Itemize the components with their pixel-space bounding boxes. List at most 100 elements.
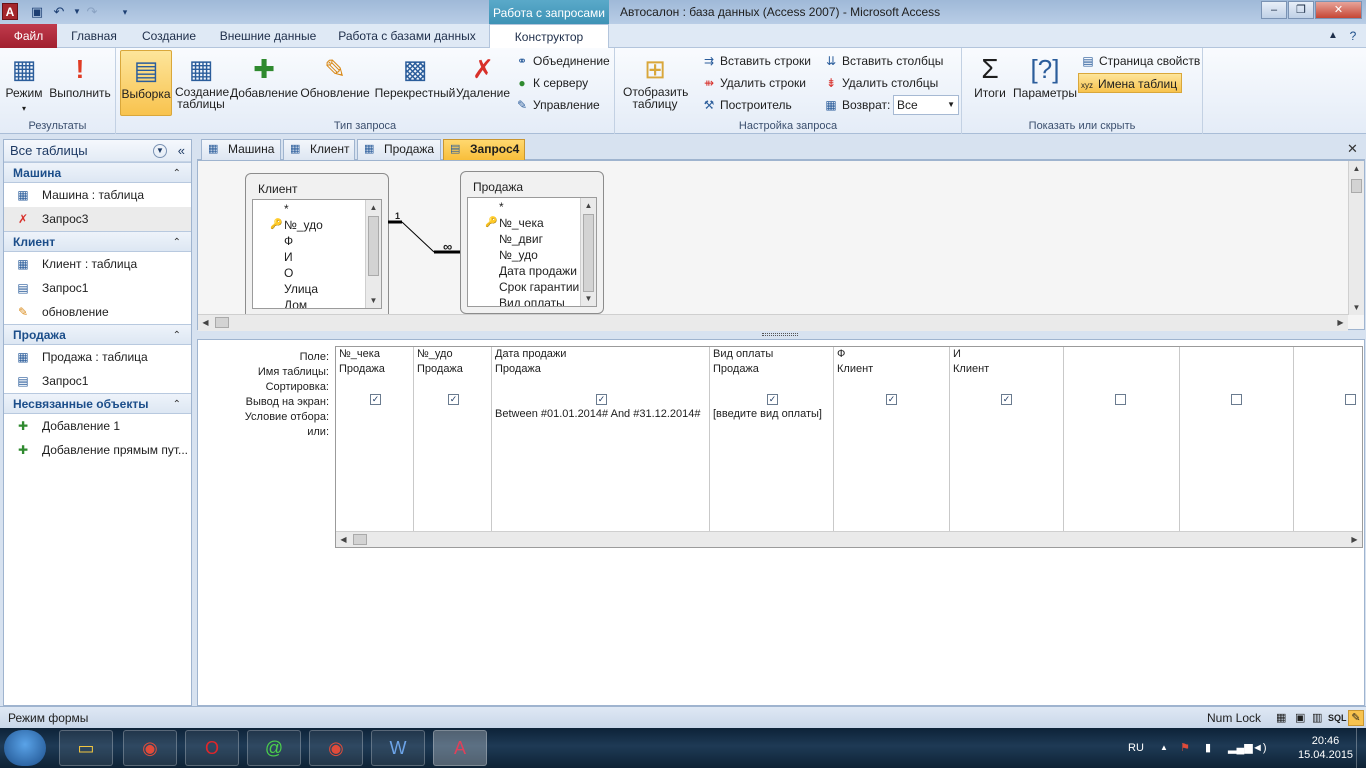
- show-checkbox[interactable]: ✓: [370, 394, 381, 405]
- grid-column[interactable]: Дата продажи Продажа ✓ Between #01.01.20…: [492, 347, 710, 532]
- grid-cell-sort[interactable]: [336, 377, 413, 392]
- scroll-thumb[interactable]: [583, 214, 594, 292]
- update-button[interactable]: ✎ Обновление: [300, 50, 370, 116]
- minimize-ribbon-icon[interactable]: ▲: [1326, 24, 1340, 48]
- nav-item-mashina-table[interactable]: ▦ Машина : таблица: [4, 183, 191, 207]
- grid-cell-sort[interactable]: [950, 377, 1063, 392]
- design-view-icon[interactable]: ✎: [1348, 710, 1364, 726]
- grid-cell-or[interactable]: [336, 422, 413, 437]
- view-button[interactable]: ▦ Режим ▾: [2, 50, 46, 116]
- grid-cell-field[interactable]: И: [950, 347, 1063, 362]
- opera-icon[interactable]: O: [185, 730, 239, 766]
- pass-through-button[interactable]: ● К серверу: [514, 73, 588, 93]
- field-list-scrollbar[interactable]: ▲ ▼: [580, 198, 596, 306]
- scroll-left-icon[interactable]: ◀: [336, 532, 351, 547]
- tab-designer[interactable]: Конструктор: [489, 24, 609, 49]
- nav-item-klient-table[interactable]: ▦ Клиент : таблица: [4, 252, 191, 276]
- nav-group-klient[interactable]: Клиент ⌃: [4, 231, 191, 252]
- show-checkbox[interactable]: [1231, 394, 1242, 405]
- close-document-icon[interactable]: ✕: [1347, 141, 1358, 157]
- mail-agent-icon[interactable]: @: [247, 730, 301, 766]
- nav-menu-chevron-icon[interactable]: ▼: [153, 144, 167, 158]
- scroll-right-icon[interactable]: ▶: [1333, 315, 1348, 331]
- grid-cell-criteria[interactable]: Between #01.01.2014# And #31.12.2014#: [492, 407, 709, 422]
- access-taskbar-icon[interactable]: A: [433, 730, 487, 766]
- volume-icon[interactable]: ◄): [1252, 728, 1267, 768]
- delete-columns-button[interactable]: ⇟ Удалить столбцы: [823, 73, 938, 93]
- grid-cell-or[interactable]: [710, 422, 833, 437]
- grid-cell-or[interactable]: [1180, 422, 1293, 437]
- field-item-key[interactable]: 🔑 №_чека: [468, 215, 596, 231]
- grid-cell-field[interactable]: [1294, 347, 1362, 362]
- field-item[interactable]: Улица: [253, 281, 381, 297]
- field-list-prodazha[interactable]: Продажа * 🔑 №_чека №_двиг №_удо Дата прод…: [460, 171, 604, 314]
- nav-item-zapros1-prodazha[interactable]: ▤ Запрос1: [4, 369, 191, 393]
- field-list-klient[interactable]: Клиент * 🔑 №_удо Ф И О Улица Дом ▲ ▼: [245, 173, 389, 333]
- start-button[interactable]: [4, 730, 46, 766]
- show-checkbox[interactable]: ✓: [886, 394, 897, 405]
- field-item[interactable]: Ф: [253, 233, 381, 249]
- grid-cell-sort[interactable]: [1064, 377, 1179, 392]
- grid-column[interactable]: №_чека Продажа ✓: [336, 347, 414, 532]
- delete-query-button[interactable]: ✗ Удаление: [456, 50, 510, 116]
- doc-tab-mashina[interactable]: ▦ Машина: [201, 139, 281, 160]
- upper-vertical-scrollbar[interactable]: ▲ ▼: [1348, 161, 1364, 315]
- field-item[interactable]: Срок гарантии: [468, 279, 596, 295]
- flag-icon[interactable]: ⚑: [1180, 728, 1190, 768]
- insert-columns-button[interactable]: ⇊ Вставить столбцы: [823, 51, 943, 71]
- scroll-left-icon[interactable]: ◀: [198, 315, 213, 331]
- grid-cell-field[interactable]: №_удо: [414, 347, 491, 362]
- grid-cell-or[interactable]: [492, 422, 709, 437]
- show-checkbox[interactable]: ✓: [596, 394, 607, 405]
- crosstab-button[interactable]: ▩ Перекрестный: [374, 50, 456, 116]
- nav-group-mashina[interactable]: Машина ⌃: [4, 162, 191, 183]
- field-item[interactable]: О: [253, 265, 381, 281]
- show-checkbox[interactable]: ✓: [1001, 394, 1012, 405]
- pivot-chart-view-icon[interactable]: ▥: [1312, 707, 1322, 729]
- scroll-thumb[interactable]: [1351, 179, 1362, 193]
- grid-cell-criteria[interactable]: [1294, 407, 1362, 422]
- splitter-grip[interactable]: [762, 333, 798, 336]
- grid-cell-field[interactable]: №_чека: [336, 347, 413, 362]
- tab-external-data[interactable]: Внешние данные: [210, 24, 326, 48]
- upper-horizontal-scrollbar[interactable]: ◀ ▶: [198, 314, 1348, 331]
- customize-toolbar-icon[interactable]: ▾: [117, 4, 133, 20]
- grid-cell-criteria[interactable]: [414, 407, 491, 422]
- nav-item-prodazha-table[interactable]: ▦ Продажа : таблица: [4, 345, 191, 369]
- grid-cell-table[interactable]: Продажа: [414, 362, 491, 377]
- grid-cell-table[interactable]: Клиент: [950, 362, 1063, 377]
- nav-group-unrelated[interactable]: Несвязанные объекты ⌃: [4, 393, 191, 414]
- show-checkbox[interactable]: [1345, 394, 1356, 405]
- pane-splitter[interactable]: [197, 331, 1365, 339]
- pivot-table-view-icon[interactable]: ▣: [1295, 707, 1305, 729]
- collapse-nav-icon[interactable]: «: [178, 140, 185, 162]
- nav-group-prodazha[interactable]: Продажа ⌃: [4, 324, 191, 345]
- grid-cell-table[interactable]: Продажа: [710, 362, 833, 377]
- scroll-up-icon[interactable]: ▲: [366, 200, 381, 215]
- run-button[interactable]: ! Выполнить: [48, 50, 112, 116]
- field-item[interactable]: Вид оплаты: [468, 295, 596, 306]
- show-table-button[interactable]: ⊞ Отобразить таблицу: [619, 50, 691, 116]
- access-app-icon[interactable]: A: [2, 3, 18, 20]
- grid-column[interactable]: Вид оплаты Продажа ✓ [введите вид оплаты…: [710, 347, 834, 532]
- builder-button[interactable]: ⚒ Построитель: [701, 95, 792, 115]
- grid-cell-table[interactable]: [1180, 362, 1293, 377]
- undo-dropdown-icon[interactable]: ▼: [69, 4, 85, 20]
- power-icon[interactable]: ▮: [1205, 728, 1211, 768]
- select-query-button[interactable]: ▤ Выборка: [120, 50, 172, 116]
- grid-cell-table[interactable]: [1294, 362, 1362, 377]
- grid-cell-field[interactable]: Вид оплаты: [710, 347, 833, 362]
- grid-cell-sort[interactable]: [710, 377, 833, 392]
- scroll-thumb[interactable]: [368, 216, 379, 276]
- grid-cell-field[interactable]: [1064, 347, 1179, 362]
- delete-rows-button[interactable]: ⇻ Удалить строки: [701, 73, 806, 93]
- grid-cell-or[interactable]: [1294, 422, 1362, 437]
- nav-item-dobavlenie-direct[interactable]: ✚ Добавление прямым пут...: [4, 438, 191, 462]
- doc-tab-klient[interactable]: ▦ Клиент: [283, 139, 355, 160]
- field-item-key[interactable]: 🔑 №_удо: [253, 217, 381, 233]
- grid-column[interactable]: И Клиент ✓: [950, 347, 1064, 532]
- make-table-button[interactable]: ▦ Создание таблицы: [174, 50, 229, 116]
- nav-item-dobavlenie-1[interactable]: ✚ Добавление 1: [4, 414, 191, 438]
- clock[interactable]: 20:46 15.04.2015: [1298, 734, 1353, 762]
- redo-icon[interactable]: ↷: [84, 4, 100, 20]
